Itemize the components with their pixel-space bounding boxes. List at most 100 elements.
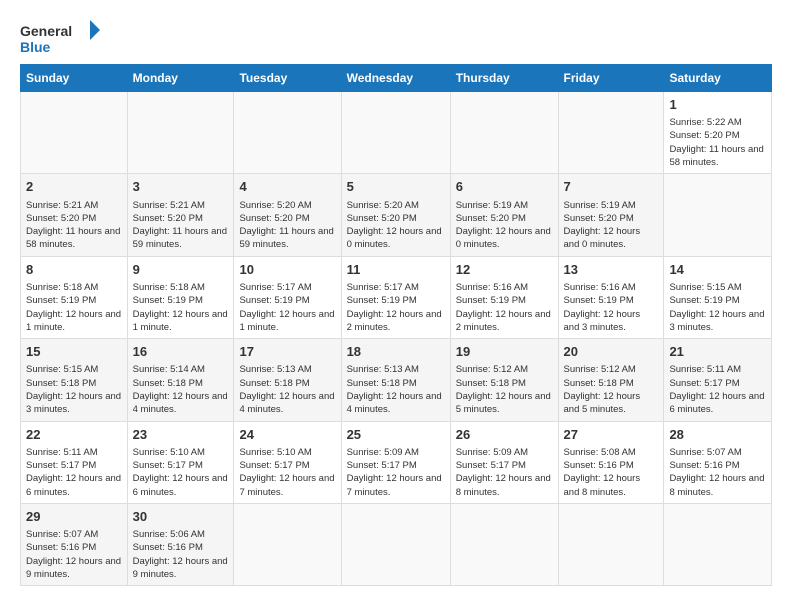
day-info: Sunrise: 5:12 AM bbox=[564, 363, 659, 376]
cal-cell: 8 Sunrise: 5:18 AMSunset: 5:19 PMDaylight… bbox=[21, 256, 128, 338]
week-row-3: 8Sunrise: 5:18 AMSunset: 5:19 PMDaylight… bbox=[21, 256, 772, 338]
day-info: Sunset: 5:16 PM bbox=[133, 541, 229, 554]
day-number: 3 bbox=[133, 178, 229, 196]
day-info: Sunrise: 5:09 AM bbox=[347, 446, 445, 459]
day-info: Daylight: 12 hours and 5 minutes. bbox=[456, 390, 553, 417]
cal-cell: 16Sunrise: 5:14 AMSunset: 5:18 PMDayligh… bbox=[127, 339, 234, 421]
cal-cell: 24Sunrise: 5:10 AMSunset: 5:17 PMDayligh… bbox=[234, 421, 341, 503]
calendar-table: SundayMondayTuesdayWednesdayThursdayFrid… bbox=[20, 64, 772, 586]
cal-cell: 4Sunrise: 5:20 AMSunset: 5:20 PMDaylight… bbox=[234, 174, 341, 256]
week-row-6: 29Sunrise: 5:07 AMSunset: 5:16 PMDayligh… bbox=[21, 503, 772, 585]
day-info: Sunset: 5:18 PM bbox=[133, 377, 229, 390]
cal-cell: 12Sunrise: 5:16 AMSunset: 5:19 PMDayligh… bbox=[450, 256, 558, 338]
day-info: Daylight: 12 hours and 9 minutes. bbox=[26, 555, 122, 582]
day-number: 8 bbox=[26, 261, 122, 279]
day-info: Sunrise: 5:13 AM bbox=[347, 363, 445, 376]
day-number: 30 bbox=[133, 508, 229, 526]
day-info: Sunset: 5:16 PM bbox=[564, 459, 659, 472]
logo: General Blue bbox=[20, 18, 100, 58]
day-number: 6 bbox=[456, 178, 553, 196]
day-info: Sunset: 5:19 PM bbox=[564, 294, 659, 307]
cal-cell: 23Sunrise: 5:10 AMSunset: 5:17 PMDayligh… bbox=[127, 421, 234, 503]
day-info: Sunset: 5:18 PM bbox=[347, 377, 445, 390]
day-info: Daylight: 12 hours and 1 minute. bbox=[239, 308, 335, 335]
day-info: Sunset: 5:16 PM bbox=[26, 541, 122, 554]
col-header-saturday: Saturday bbox=[664, 65, 772, 92]
cal-cell bbox=[341, 92, 450, 174]
day-info: Sunset: 5:17 PM bbox=[133, 459, 229, 472]
day-number: 12 bbox=[456, 261, 553, 279]
cal-cell: 7Sunrise: 5:19 AMSunset: 5:20 PMDaylight… bbox=[558, 174, 664, 256]
day-info: Sunset: 5:19 PM bbox=[347, 294, 445, 307]
cal-cell: 9Sunrise: 5:18 AMSunset: 5:19 PMDaylight… bbox=[127, 256, 234, 338]
day-number: 29 bbox=[26, 508, 122, 526]
cal-cell bbox=[664, 174, 772, 256]
day-number: 18 bbox=[347, 343, 445, 361]
col-header-sunday: Sunday bbox=[21, 65, 128, 92]
day-number: 9 bbox=[133, 261, 229, 279]
day-info: Daylight: 12 hours and 4 minutes. bbox=[347, 390, 445, 417]
day-number: 28 bbox=[669, 426, 766, 444]
day-number: 19 bbox=[456, 343, 553, 361]
week-row-1: 1Sunrise: 5:22 AMSunset: 5:20 PMDaylight… bbox=[21, 92, 772, 174]
day-number: 22 bbox=[26, 426, 122, 444]
day-info: Daylight: 12 hours and 1 minute. bbox=[133, 308, 229, 335]
day-number: 4 bbox=[239, 178, 335, 196]
day-info: Sunrise: 5:15 AM bbox=[669, 281, 766, 294]
day-info: Sunrise: 5:18 AM bbox=[26, 281, 122, 294]
day-number: 27 bbox=[564, 426, 659, 444]
cal-cell: 10Sunrise: 5:17 AMSunset: 5:19 PMDayligh… bbox=[234, 256, 341, 338]
col-header-monday: Monday bbox=[127, 65, 234, 92]
day-info: Daylight: 12 hours and 1 minute. bbox=[26, 308, 122, 335]
day-info: Sunset: 5:17 PM bbox=[26, 459, 122, 472]
cal-cell: 26Sunrise: 5:09 AMSunset: 5:17 PMDayligh… bbox=[450, 421, 558, 503]
day-info: Sunset: 5:19 PM bbox=[456, 294, 553, 307]
day-info: Sunrise: 5:21 AM bbox=[133, 199, 229, 212]
day-info: Sunset: 5:20 PM bbox=[133, 212, 229, 225]
cal-cell: 15Sunrise: 5:15 AMSunset: 5:18 PMDayligh… bbox=[21, 339, 128, 421]
day-info: Sunset: 5:18 PM bbox=[456, 377, 553, 390]
cal-cell bbox=[450, 503, 558, 585]
day-info: Daylight: 12 hours and 0 minutes. bbox=[347, 225, 445, 252]
col-header-tuesday: Tuesday bbox=[234, 65, 341, 92]
day-info: Sunrise: 5:11 AM bbox=[669, 363, 766, 376]
day-number: 17 bbox=[239, 343, 335, 361]
day-info: Sunrise: 5:10 AM bbox=[239, 446, 335, 459]
cal-cell: 21Sunrise: 5:11 AMSunset: 5:17 PMDayligh… bbox=[664, 339, 772, 421]
day-info: Sunrise: 5:09 AM bbox=[456, 446, 553, 459]
day-info: Sunrise: 5:07 AM bbox=[669, 446, 766, 459]
day-info: Daylight: 12 hours and 8 minutes. bbox=[564, 472, 659, 499]
day-info: Sunrise: 5:10 AM bbox=[133, 446, 229, 459]
day-number: 7 bbox=[564, 178, 659, 196]
day-info: Daylight: 12 hours and 6 minutes. bbox=[669, 390, 766, 417]
day-info: Sunset: 5:20 PM bbox=[239, 212, 335, 225]
cal-cell: 30Sunrise: 5:06 AMSunset: 5:16 PMDayligh… bbox=[127, 503, 234, 585]
cal-cell bbox=[21, 92, 128, 174]
day-number: 1 bbox=[669, 96, 766, 114]
day-info: Daylight: 12 hours and 3 minutes. bbox=[564, 308, 659, 335]
svg-text:General: General bbox=[20, 23, 72, 39]
day-info: Sunrise: 5:18 AM bbox=[133, 281, 229, 294]
week-row-4: 15Sunrise: 5:15 AMSunset: 5:18 PMDayligh… bbox=[21, 339, 772, 421]
day-info: Sunset: 5:18 PM bbox=[239, 377, 335, 390]
day-info: Sunset: 5:17 PM bbox=[239, 459, 335, 472]
day-info: Sunset: 5:20 PM bbox=[564, 212, 659, 225]
day-info: Sunset: 5:20 PM bbox=[347, 212, 445, 225]
cal-cell: 13Sunrise: 5:16 AMSunset: 5:19 PMDayligh… bbox=[558, 256, 664, 338]
day-info: Sunrise: 5:21 AM bbox=[26, 199, 122, 212]
day-info: Sunrise: 5:08 AM bbox=[564, 446, 659, 459]
day-info: Daylight: 12 hours and 2 minutes. bbox=[456, 308, 553, 335]
col-header-wednesday: Wednesday bbox=[341, 65, 450, 92]
cal-cell: 27 Sunrise: 5:08 AMSunset: 5:16 PMDayligh… bbox=[558, 421, 664, 503]
day-info: Sunset: 5:19 PM bbox=[26, 294, 122, 307]
cal-cell bbox=[558, 503, 664, 585]
day-info: Sunset: 5:19 PM bbox=[669, 294, 766, 307]
cal-cell: 28Sunrise: 5:07 AMSunset: 5:16 PMDayligh… bbox=[664, 421, 772, 503]
cal-cell bbox=[127, 92, 234, 174]
day-info: Daylight: 12 hours and 7 minutes. bbox=[239, 472, 335, 499]
day-number: 23 bbox=[133, 426, 229, 444]
day-info: Sunset: 5:17 PM bbox=[347, 459, 445, 472]
week-row-2: 2Sunrise: 5:21 AMSunset: 5:20 PMDaylight… bbox=[21, 174, 772, 256]
cal-cell: 3Sunrise: 5:21 AMSunset: 5:20 PMDaylight… bbox=[127, 174, 234, 256]
day-info: Sunset: 5:18 PM bbox=[564, 377, 659, 390]
